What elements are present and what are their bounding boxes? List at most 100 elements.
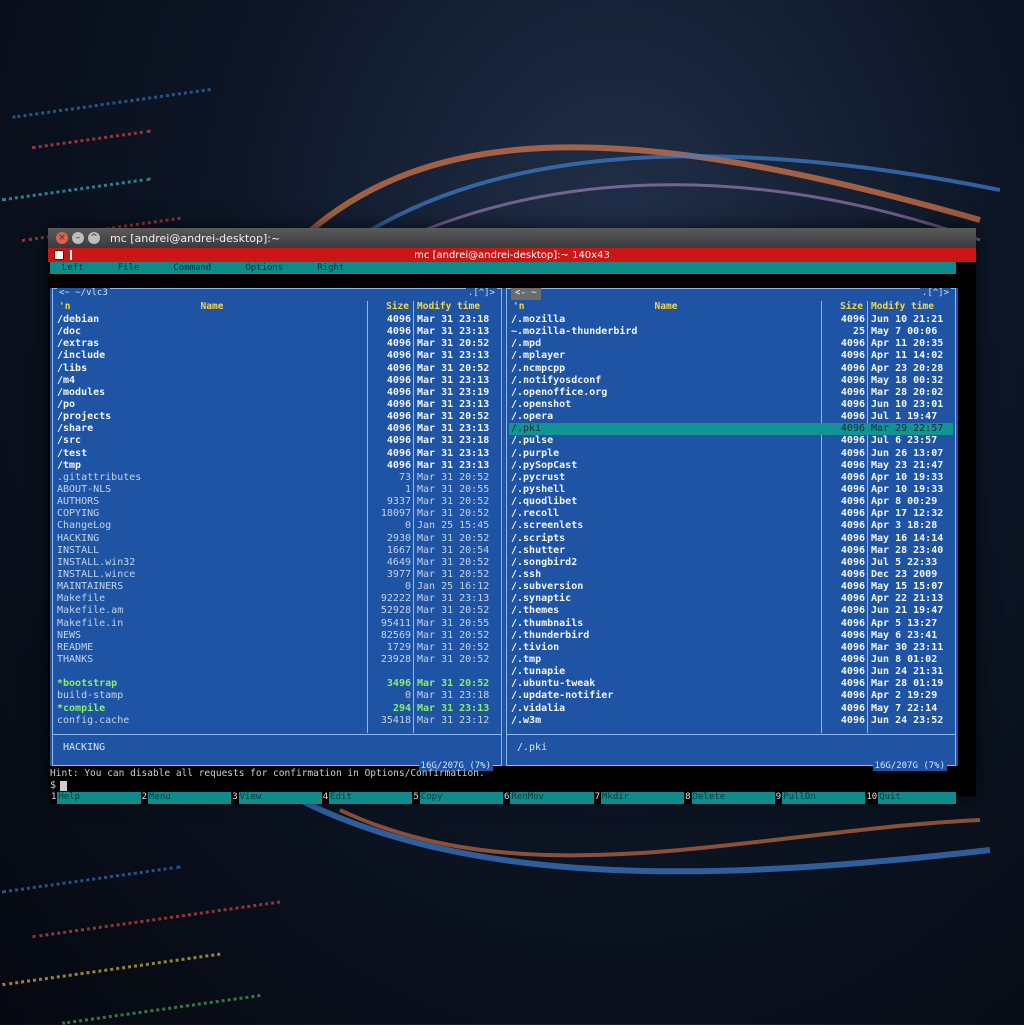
file-row[interactable]: /.thumbnails 4096 Apr 5 13:27 [509, 618, 953, 630]
file-row[interactable]: /include 4096 Mar 31 23:13 [55, 350, 499, 362]
file-row[interactable]: /.update-notifier 4096 Apr 2 19:29 [509, 690, 953, 702]
file-row[interactable]: /.mozilla 4096 Jun 10 21:21 [509, 314, 953, 326]
file-row[interactable]: *bootstrap 3496 Mar 31 20:52 [55, 678, 499, 690]
file-row[interactable]: /.pulse 4096 Jul 6 23:57 [509, 435, 953, 447]
column-size[interactable]: Size [827, 301, 863, 312]
file-row[interactable]: .gitattributes 73 Mar 31 20:52 [55, 472, 499, 484]
file-row[interactable]: /m4 4096 Mar 31 23:13 [55, 375, 499, 387]
file-row[interactable]: build-stamp 0 Mar 31 23:18 [55, 690, 499, 702]
selected-file-row[interactable]: /.pki 4096 Mar 29 22:57 [509, 423, 953, 436]
file-row[interactable]: COPYING 18097 Mar 31 20:52 [55, 508, 499, 520]
file-row[interactable]: INSTALL.win32 4649 Mar 31 20:52 [55, 557, 499, 569]
fkey-edit[interactable]: 4 Edit [321, 792, 413, 804]
file-row[interactable]: NEWS 82569 Mar 31 20:52 [55, 630, 499, 642]
file-row[interactable]: /.pySopCast 4096 May 23 21:47 [509, 460, 953, 472]
file-row[interactable]: /.vidalia 4096 May 7 22:14 [509, 703, 953, 715]
fkey-quit[interactable]: 10 Quit [865, 792, 956, 804]
minimize-icon[interactable]: – [72, 232, 84, 244]
file-row[interactable]: /debian 4096 Mar 31 23:18 [55, 314, 499, 326]
column-name[interactable]: Name [511, 301, 821, 312]
menu-file[interactable]: File [118, 263, 140, 273]
file-row[interactable]: ~.mozilla-thunderbird 25 May 7 00:06 [509, 326, 953, 338]
fkey-pulldn[interactable]: 9 PullDn [774, 792, 866, 804]
file-row[interactable]: /doc 4096 Mar 31 23:13 [55, 326, 499, 338]
column-modify-time[interactable]: Modify time [871, 301, 951, 312]
file-row[interactable]: Makefile 92222 Mar 31 23:13 [55, 593, 499, 605]
file-row[interactable]: /.pyshell 4096 Apr 10 19:33 [509, 484, 953, 496]
file-row[interactable]: /.ssh 4096 Dec 23 2009 [509, 569, 953, 581]
file-row[interactable]: /.notifyosdconf 4096 May 18 00:32 [509, 375, 953, 387]
file-row[interactable]: /.songbird2 4096 Jul 5 22:33 [509, 557, 953, 569]
file-row[interactable] [55, 666, 499, 678]
file-row[interactable]: /.opera 4096 Jul 1 19:47 [509, 411, 953, 423]
maximize-icon[interactable]: ^ [88, 232, 100, 244]
file-row[interactable]: INSTALL 1667 Mar 31 20:54 [55, 545, 499, 557]
file-row[interactable]: /.tmp 4096 Jun 8 01:02 [509, 654, 953, 666]
file-row[interactable]: config.cache 35418 Mar 31 23:12 [55, 715, 499, 727]
file-row[interactable]: /po 4096 Mar 31 23:13 [55, 399, 499, 411]
file-row[interactable]: ABOUT-NLS 1 Mar 31 20:55 [55, 484, 499, 496]
right-panel[interactable]: <- ~ .[^]> 'n Name Size Modify time /.mo… [506, 288, 956, 771]
left-panel-path[interactable]: <~ ~/vlc3 [57, 288, 110, 300]
fkey-delete[interactable]: 8 Delete [684, 792, 775, 804]
file-row[interactable]: /.ubuntu-tweak 4096 Mar 28 01:19 [509, 678, 953, 690]
file-row[interactable]: MAINTAINERS 0 Jan 25 16:12 [55, 581, 499, 593]
left-panel[interactable]: <~ ~/vlc3 .[^]> 'n Name Size Modify time… [52, 288, 502, 771]
file-row[interactable]: Makefile.am 52928 Mar 31 20:52 [55, 605, 499, 617]
file-row[interactable]: /test 4096 Mar 31 23:13 [55, 448, 499, 460]
file-row[interactable]: /.tivion 4096 Mar 30 23:11 [509, 642, 953, 654]
file-row[interactable]: /.themes 4096 Jun 21 19:47 [509, 605, 953, 617]
file-row[interactable]: INSTALL.wince 3977 Mar 31 20:52 [55, 569, 499, 581]
column-modify-time[interactable]: Modify time [417, 301, 497, 312]
file-row[interactable]: /.purple 4096 Jun 26 13:07 [509, 448, 953, 460]
file-row[interactable]: /.mpd 4096 Apr 11 20:35 [509, 338, 953, 350]
right-panel-corner[interactable]: .[^]> [919, 288, 951, 300]
file-row[interactable]: /src 4096 Mar 31 23:18 [55, 435, 499, 447]
menu-options[interactable]: Options [245, 263, 283, 273]
file-row[interactable]: HACKING 2930 Mar 31 20:52 [55, 533, 499, 545]
file-row[interactable]: *compile 294 Mar 31 23:13 [55, 703, 499, 715]
file-row[interactable]: ChangeLog 0 Jan 25 15:45 [55, 520, 499, 532]
file-row[interactable]: /.mplayer 4096 Apr 11 14:02 [509, 350, 953, 362]
file-row[interactable]: /.subversion 4096 May 15 15:07 [509, 581, 953, 593]
file-row[interactable]: /.ncmpcpp 4096 Apr 23 20:28 [509, 363, 953, 375]
file-row[interactable]: /.pycrust 4096 Apr 10 19:33 [509, 472, 953, 484]
file-row[interactable]: /.screenlets 4096 Apr 3 18:28 [509, 520, 953, 532]
file-row[interactable]: /.openshot 4096 Jun 10 23:01 [509, 399, 953, 411]
file-row[interactable]: /.tunapie 4096 Jun 24 21:31 [509, 666, 953, 678]
fkey-view[interactable]: 3 View [231, 792, 322, 804]
column-name[interactable]: Name [57, 301, 367, 312]
file-row[interactable]: /.openoffice.org 4096 Mar 28 20:02 [509, 387, 953, 399]
file-row[interactable]: THANKS 23928 Mar 31 20:52 [55, 654, 499, 666]
fkey-menu[interactable]: 2 Menu [140, 792, 232, 804]
file-row[interactable]: AUTHORS 9337 Mar 31 20:52 [55, 496, 499, 508]
fkey-copy[interactable]: 5 Copy [412, 792, 503, 804]
file-row[interactable]: /libs 4096 Mar 31 20:52 [55, 363, 499, 375]
file-row[interactable]: /projects 4096 Mar 31 20:52 [55, 411, 499, 423]
file-row[interactable]: /.thunderbird 4096 May 6 23:41 [509, 630, 953, 642]
close-icon[interactable]: × [56, 232, 68, 244]
file-row[interactable]: README 1729 Mar 31 20:52 [55, 642, 499, 654]
menu-left[interactable]: Left [62, 263, 84, 273]
file-row[interactable]: /.quodlibet 4096 Apr 8 00:29 [509, 496, 953, 508]
file-row[interactable]: /.recoll 4096 Apr 17 12:32 [509, 508, 953, 520]
file-row[interactable]: Makefile.in 95411 Mar 31 20:55 [55, 618, 499, 630]
file-row[interactable]: /.scripts 4096 May 16 14:14 [509, 533, 953, 545]
fkey-mkdir[interactable]: 7 Mkdir [593, 792, 685, 804]
fkey-renmov[interactable]: 6 RenMov [502, 792, 594, 804]
column-size[interactable]: Size [373, 301, 409, 312]
file-row[interactable]: /modules 4096 Mar 31 23:19 [55, 387, 499, 399]
fkey-help[interactable]: 1 Help [50, 792, 141, 804]
file-row[interactable]: /.w3m 4096 Jun 24 23:52 [509, 715, 953, 727]
file-row[interactable]: /share 4096 Mar 31 23:13 [55, 423, 499, 435]
right-panel-path[interactable]: <- ~ [511, 288, 541, 300]
file-row[interactable]: /.shutter 4096 Mar 28 23:40 [509, 545, 953, 557]
menu-right[interactable]: Right [317, 263, 344, 273]
command-prompt[interactable]: $ [50, 780, 68, 791]
window-titlebar[interactable]: × – ^ mc [andrei@andrei-desktop]:~ [48, 228, 976, 248]
file-row[interactable]: /extras 4096 Mar 31 20:52 [55, 338, 499, 350]
menu-command[interactable]: Command [173, 263, 211, 273]
file-row[interactable]: /tmp 4096 Mar 31 23:13 [55, 460, 499, 472]
file-row[interactable]: /.synaptic 4096 Apr 22 21:13 [509, 593, 953, 605]
left-panel-corner[interactable]: .[^]> [465, 288, 497, 300]
